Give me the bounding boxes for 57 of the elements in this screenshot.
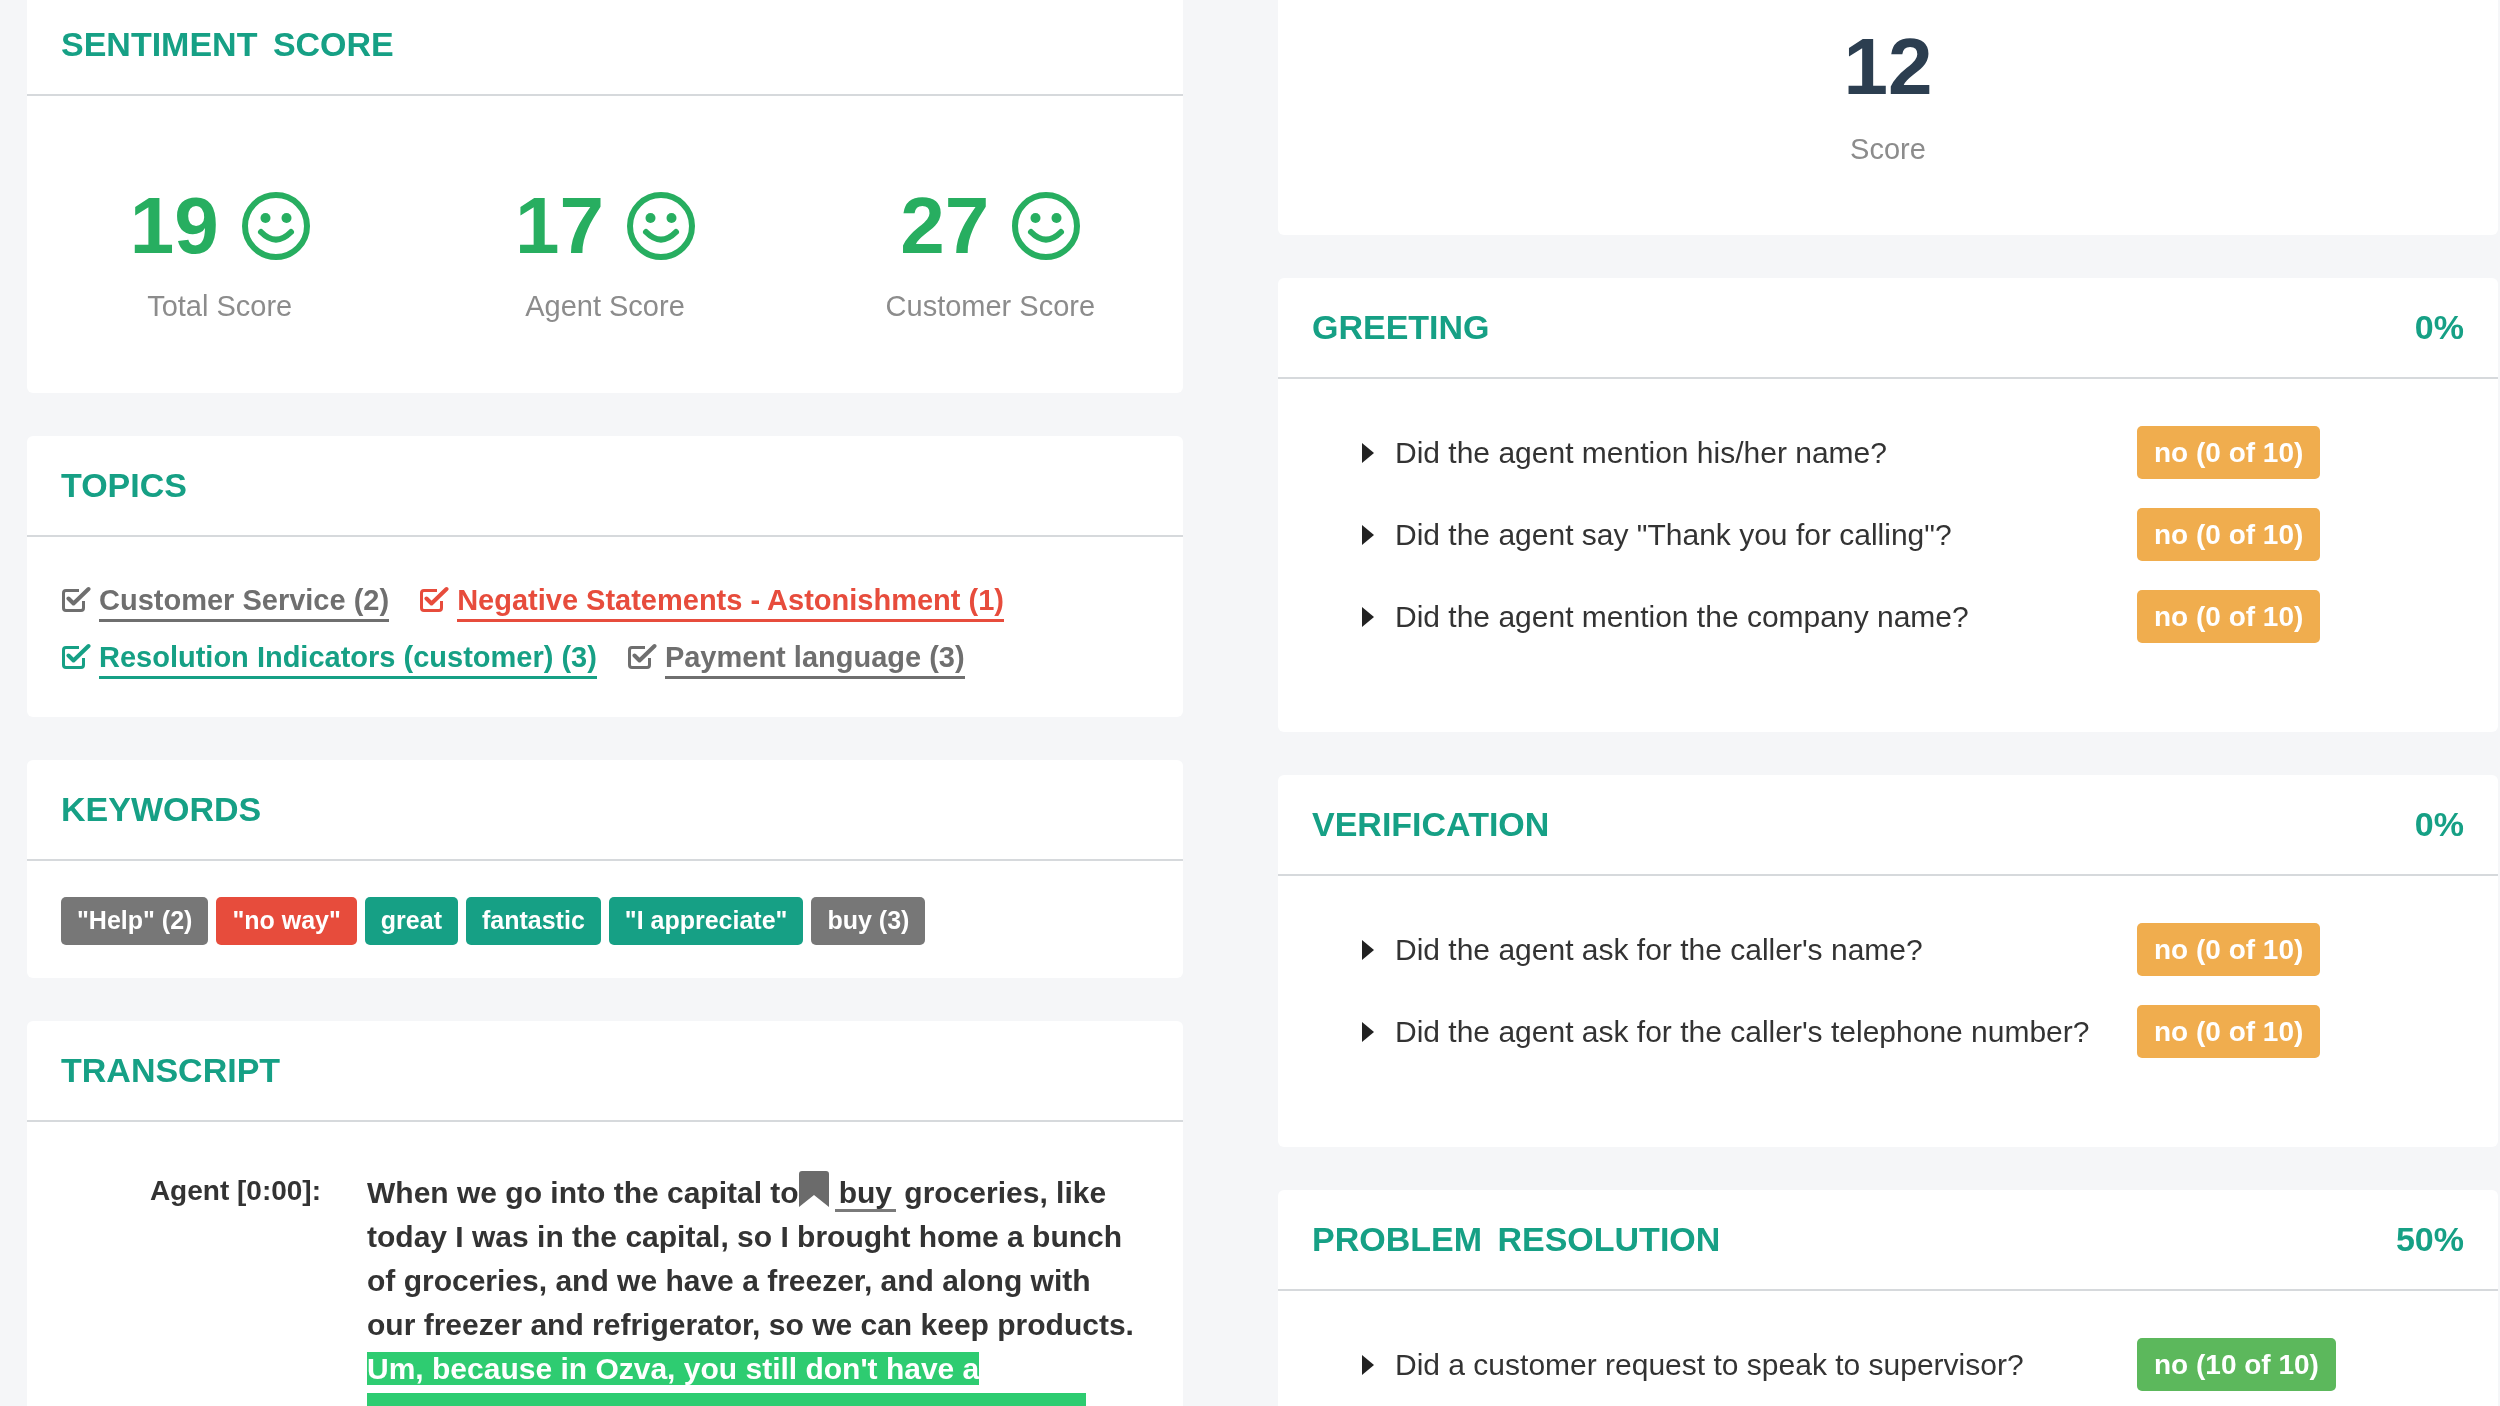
section-title: VERIFICATION — [1312, 804, 1550, 845]
caret-right-icon[interactable] — [1362, 442, 1374, 463]
keyword-tag[interactable]: buy (3) — [811, 897, 926, 945]
answer-badge: no (0 of 10) — [2137, 923, 2321, 976]
caret-right-icon[interactable] — [1362, 606, 1374, 627]
score-value: 19 — [129, 186, 219, 266]
answer-badge: no (0 of 10) — [2137, 426, 2321, 479]
keyword-link[interactable]: buy — [834, 1176, 896, 1212]
keyword-tag[interactable]: great — [364, 897, 458, 945]
keyword-tag[interactable]: "no way" — [216, 897, 357, 945]
answer-badge: no (0 of 10) — [2137, 508, 2321, 561]
section-percent: 0% — [2414, 307, 2464, 348]
topic-link[interactable]: Negative Statements - Astonishment (1) — [457, 583, 1004, 622]
smiley-icon — [1012, 192, 1081, 260]
question-text[interactable]: Did the agent ask for the caller's name? — [1395, 927, 2116, 972]
checked-checkbox-icon[interactable] — [419, 586, 450, 613]
topic-link[interactable]: Customer Service (2) — [99, 583, 390, 622]
score-label: Score — [1850, 132, 1926, 167]
score-label: Customer Score — [885, 289, 1096, 324]
caret-right-icon[interactable] — [1362, 939, 1374, 960]
speaker-label: Agent [0:00]: — [148, 1174, 321, 1208]
section-title: PROBLEM RESOLUTION — [1312, 1219, 1721, 1260]
score-label: Total Score — [147, 289, 293, 324]
score-value: 27 — [900, 186, 990, 266]
keyword-tag[interactable]: "I appreciate" — [608, 897, 804, 945]
section-title: TOPICS — [61, 465, 187, 506]
question-text[interactable]: Did the agent mention the company name? — [1395, 594, 2116, 639]
smiley-icon — [627, 192, 695, 260]
topic-link[interactable]: Payment language (3) — [664, 640, 965, 679]
section-title: TRANSCRIPT — [61, 1050, 281, 1091]
section-percent: 50% — [2395, 1219, 2464, 1260]
answer-badge: no (10 of 10) — [2137, 1338, 2336, 1391]
transcript-text: When we go into the capital to buy groceries, like today I was in the capital, so I brought home a bunch of groceries, and we have a freezer, and along with our freezer and refrigerator, so we can keep products. Um, because in Ozva, you still don't have a — [367, 1171, 1137, 1391]
question-text[interactable]: Did the agent say "Thank you for calling"? — [1395, 512, 2116, 557]
section-title: SENTIMENT SCORE — [61, 24, 394, 65]
question-text[interactable]: Did a customer request to speak to supervisor? — [1395, 1342, 2116, 1387]
caret-right-icon[interactable] — [1362, 1354, 1374, 1375]
answer-badge: no (0 of 10) — [2137, 590, 2321, 643]
checked-checkbox-icon[interactable] — [61, 586, 91, 613]
answer-badge: no (0 of 10) — [2137, 1005, 2321, 1058]
smiley-icon — [241, 192, 310, 260]
question-text[interactable]: Did the agent ask for the caller's telephone number? — [1395, 1009, 2116, 1054]
score-value: 17 — [515, 186, 604, 266]
keyword-tag[interactable]: "Help" (2) — [61, 897, 209, 945]
keyword-tag[interactable]: fantastic — [466, 897, 601, 945]
section-title: GREETING — [1312, 307, 1490, 348]
checked-checkbox-icon[interactable] — [61, 643, 91, 670]
section-percent: 0% — [2414, 804, 2464, 845]
score-value: 12 — [1843, 27, 1933, 107]
caret-right-icon[interactable] — [1362, 524, 1374, 545]
checked-checkbox-icon[interactable] — [626, 643, 657, 670]
section-title: KEYWORDS — [61, 789, 262, 830]
caret-right-icon[interactable] — [1362, 1021, 1374, 1042]
score-label: Agent Score — [525, 289, 685, 324]
bookmark-icon[interactable] — [798, 1171, 829, 1207]
topic-link[interactable]: Resolution Indicators (customer) (3) — [99, 640, 597, 679]
question-text[interactable]: Did the agent mention his/her name? — [1395, 430, 2116, 475]
